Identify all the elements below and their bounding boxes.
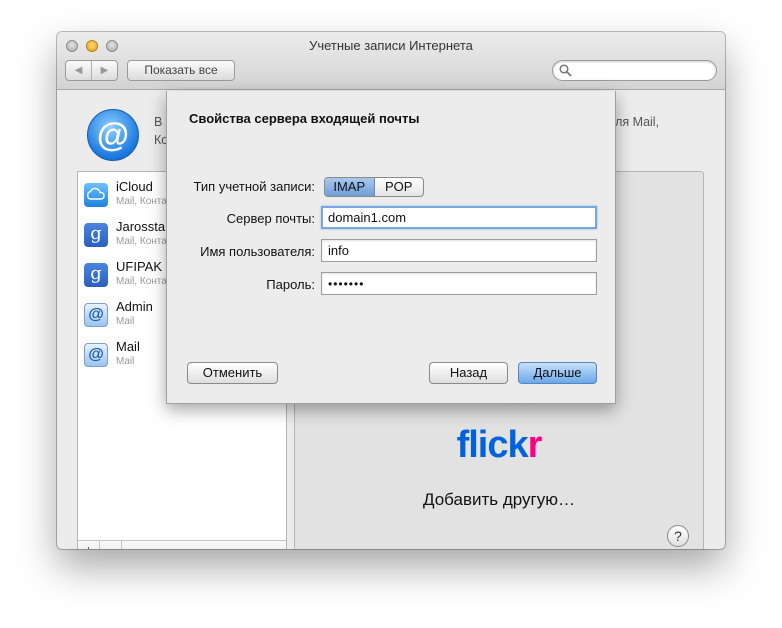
username-label: Имя пользователя: <box>200 244 315 259</box>
password-label: Пароль: <box>266 277 315 292</box>
search-icon <box>559 64 572 77</box>
back-button[interactable]: Назад <box>429 362 508 384</box>
server-field[interactable]: domain1.com <box>321 206 597 229</box>
google-icon: g <box>84 263 108 287</box>
server-label: Сервер почты: <box>226 211 315 226</box>
icloud-icon <box>84 183 108 207</box>
cancel-button[interactable]: Отменить <box>187 362 278 384</box>
help-button[interactable]: ? <box>667 525 689 547</box>
back-arrow-icon[interactable]: ◀ <box>66 61 92 80</box>
incoming-server-sheet: Свойства сервера входящей почты Тип учет… <box>166 91 616 404</box>
search-input[interactable] <box>552 60 717 81</box>
at-icon: @ <box>87 109 139 161</box>
mail-at-icon: @ <box>84 303 108 327</box>
account-type-label: Тип учетной записи: <box>193 179 315 194</box>
next-button[interactable]: Дальше <box>518 362 597 384</box>
nav-back-forward: ◀ ▶ <box>65 60 118 81</box>
account-type-imap[interactable]: IMAP <box>325 178 375 196</box>
forward-arrow-icon[interactable]: ▶ <box>92 61 117 80</box>
google-icon: g <box>84 223 108 247</box>
account-type-pop[interactable]: POP <box>375 178 424 196</box>
password-field[interactable]: ••••••• <box>321 272 597 295</box>
add-other-account[interactable]: Добавить другую… <box>295 490 703 510</box>
mail-at-icon: @ <box>84 343 108 367</box>
list-footer: + − <box>78 540 286 549</box>
title-bar: Учетные записи Интернета ◀ ▶ Показать вс… <box>57 32 725 90</box>
show-all-button[interactable]: Показать все <box>127 60 235 81</box>
account-type-segmented: IMAP POP <box>324 177 424 197</box>
window-title: Учетные записи Интернета <box>309 38 473 53</box>
remove-account-button[interactable]: − <box>100 541 122 549</box>
sheet-title: Свойства сервера входящей почты <box>189 111 420 126</box>
add-account-button[interactable]: + <box>78 541 100 549</box>
username-field[interactable]: info <box>321 239 597 262</box>
provider-flickr[interactable]: flickr <box>295 424 703 467</box>
